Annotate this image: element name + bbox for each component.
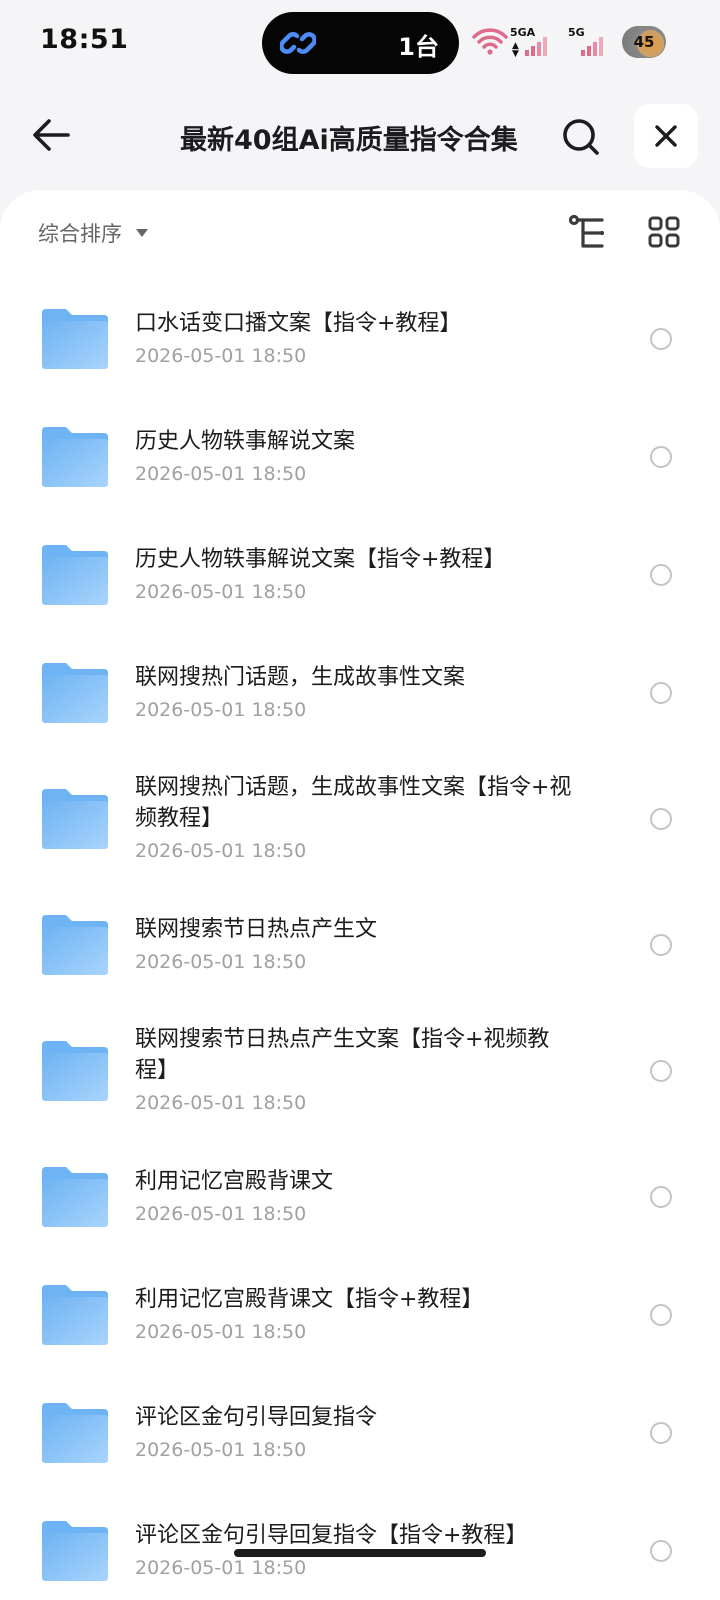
select-radio[interactable] bbox=[650, 328, 672, 350]
folder-text: 历史人物轶事解说文案 2026-05-01 18:50 bbox=[135, 426, 575, 489]
folder-row[interactable]: 评论区金句引导回复指令【指令+教程】 2026-05-01 18:50 bbox=[0, 1492, 720, 1600]
tree-view-icon[interactable] bbox=[568, 214, 608, 254]
folder-name: 历史人物轶事解说文案【指令+教程】 bbox=[135, 546, 506, 572]
folder-icon bbox=[42, 1521, 108, 1581]
folder-row[interactable]: 联网搜热门话题，生成故事性文案 2026-05-01 18:50 bbox=[0, 634, 720, 752]
grid-view-icon[interactable] bbox=[648, 216, 680, 248]
status-time: 18:51 bbox=[40, 24, 129, 55]
folder-date: 2026-05-01 18:50 bbox=[135, 840, 307, 862]
battery-icon: 45 bbox=[622, 26, 666, 58]
folder-text: 利用记忆宫殿背课文 2026-05-01 18:50 bbox=[135, 1166, 575, 1229]
island-device-count: 1台 bbox=[398, 33, 439, 61]
sort-label: 综合排序 bbox=[38, 222, 122, 246]
select-radio[interactable] bbox=[650, 1060, 672, 1082]
status-bar: 18:51 1台 5GA ▲ ▼ 5G 45 bbox=[0, 0, 720, 86]
folder-text: 评论区金句引导回复指令 2026-05-01 18:50 bbox=[135, 1402, 575, 1465]
page-title: 最新40组Ai高质量指令合集 bbox=[180, 125, 518, 156]
folder-icon bbox=[42, 1403, 108, 1463]
folder-icon bbox=[42, 915, 108, 975]
close-icon bbox=[655, 125, 677, 147]
folder-text: 联网搜索节日热点产生文案【指令+视频教程】 2026-05-01 18:50 bbox=[135, 1024, 575, 1118]
folder-row[interactable]: 利用记忆宫殿背课文【指令+教程】 2026-05-01 18:50 bbox=[0, 1256, 720, 1374]
folder-date: 2026-05-01 18:50 bbox=[135, 1556, 307, 1579]
select-radio[interactable] bbox=[650, 564, 672, 586]
folder-name: 历史人物轶事解说文案 bbox=[135, 428, 356, 454]
folder-date: 2026-05-01 18:50 bbox=[135, 1202, 307, 1225]
dynamic-island[interactable]: 1台 bbox=[262, 12, 459, 74]
folder-name: 评论区金句引导回复指令【指令+教程】 bbox=[135, 1522, 528, 1548]
folder-text: 历史人物轶事解说文案【指令+教程】 2026-05-01 18:50 bbox=[135, 544, 575, 607]
folder-row[interactable]: 利用记忆宫殿背课文 2026-05-01 18:50 bbox=[0, 1138, 720, 1256]
folder-icon bbox=[42, 789, 108, 849]
folder-row[interactable]: 历史人物轶事解说文案 2026-05-01 18:50 bbox=[0, 398, 720, 516]
caret-down-icon bbox=[136, 229, 148, 237]
folder-date: 2026-05-01 18:50 bbox=[135, 1092, 307, 1114]
select-radio[interactable] bbox=[650, 1186, 672, 1208]
folder-icon bbox=[42, 1041, 108, 1101]
folder-date: 2026-05-01 18:50 bbox=[135, 580, 307, 603]
folder-name: 联网搜索节日热点产生文 bbox=[135, 916, 378, 942]
folder-text: 联网搜热门话题，生成故事性文案【指令+视频教程】 2026-05-01 18:50 bbox=[135, 772, 575, 866]
folder-date: 2026-05-01 18:50 bbox=[135, 1320, 307, 1343]
select-radio[interactable] bbox=[650, 682, 672, 704]
select-radio[interactable] bbox=[650, 934, 672, 956]
status-indicators: 5GA ▲ ▼ 5G 45 bbox=[472, 26, 692, 62]
folder-date: 2026-05-01 18:50 bbox=[135, 1438, 307, 1461]
folder-icon bbox=[42, 663, 108, 723]
nav-bar: 最新40组Ai高质量指令合集 bbox=[0, 90, 720, 186]
search-button[interactable] bbox=[556, 112, 606, 162]
folder-row[interactable]: 评论区金句引导回复指令 2026-05-01 18:50 bbox=[0, 1374, 720, 1492]
content-card: 综合排序 口水话变口播文案【指令+教程】 2026-05-01 18:50 历史人物… bbox=[0, 190, 720, 1600]
folder-icon bbox=[42, 1285, 108, 1345]
folder-name: 评论区金句引导回复指令 bbox=[135, 1404, 378, 1430]
link-icon bbox=[280, 32, 316, 54]
folder-icon bbox=[42, 309, 108, 369]
signal-icon bbox=[581, 37, 603, 56]
folder-name: 联网搜索节日热点产生文案【指令+视频教程】 bbox=[135, 1027, 550, 1083]
select-radio[interactable] bbox=[650, 1304, 672, 1326]
folder-name: 利用记忆宫殿背课文【指令+教程】 bbox=[135, 1286, 484, 1312]
folder-text: 联网搜索节日热点产生文 2026-05-01 18:50 bbox=[135, 914, 575, 977]
folder-date: 2026-05-01 18:50 bbox=[135, 698, 307, 721]
home-indicator[interactable] bbox=[234, 1549, 486, 1557]
search-icon bbox=[563, 119, 599, 155]
sort-dropdown[interactable]: 综合排序 bbox=[38, 218, 148, 248]
select-radio[interactable] bbox=[650, 1422, 672, 1444]
folder-name: 口水话变口播文案【指令+教程】 bbox=[135, 310, 462, 336]
folder-row[interactable]: 联网搜热门话题，生成故事性文案【指令+视频教程】 2026-05-01 18:50 bbox=[0, 752, 720, 886]
sort-bar: 综合排序 bbox=[0, 190, 720, 280]
folder-date: 2026-05-01 18:50 bbox=[135, 462, 307, 485]
signal-icon bbox=[525, 37, 547, 56]
back-button[interactable] bbox=[26, 110, 76, 160]
folder-text: 联网搜热门话题，生成故事性文案 2026-05-01 18:50 bbox=[135, 662, 575, 725]
select-radio[interactable] bbox=[650, 808, 672, 830]
folder-row[interactable]: 联网搜索节日热点产生文 2026-05-01 18:50 bbox=[0, 886, 720, 1004]
file-list: 口水话变口播文案【指令+教程】 2026-05-01 18:50 历史人物轶事解说文… bbox=[0, 280, 720, 1600]
folder-row[interactable]: 联网搜索节日热点产生文案【指令+视频教程】 2026-05-01 18:50 bbox=[0, 1004, 720, 1138]
folder-row[interactable]: 历史人物轶事解说文案【指令+教程】 2026-05-01 18:50 bbox=[0, 516, 720, 634]
folder-icon bbox=[42, 545, 108, 605]
folder-name: 联网搜热门话题，生成故事性文案【指令+视频教程】 bbox=[135, 775, 572, 831]
wifi-icon bbox=[472, 28, 508, 55]
folder-row[interactable]: 口水话变口播文案【指令+教程】 2026-05-01 18:50 bbox=[0, 280, 720, 398]
close-button[interactable] bbox=[634, 104, 698, 168]
folder-text: 口水话变口播文案【指令+教程】 2026-05-01 18:50 bbox=[135, 308, 575, 371]
folder-name: 联网搜热门话题，生成故事性文案 bbox=[135, 664, 466, 690]
folder-text: 利用记忆宫殿背课文【指令+教程】 2026-05-01 18:50 bbox=[135, 1284, 575, 1347]
folder-name: 利用记忆宫殿背课文 bbox=[135, 1168, 334, 1194]
select-radio[interactable] bbox=[650, 446, 672, 468]
folder-date: 2026-05-01 18:50 bbox=[135, 950, 307, 973]
folder-icon bbox=[42, 1167, 108, 1227]
data-arrows-icon: ▲ ▼ bbox=[512, 41, 519, 59]
folder-icon bbox=[42, 427, 108, 487]
arrow-left-icon bbox=[33, 119, 70, 151]
folder-date: 2026-05-01 18:50 bbox=[135, 344, 307, 367]
select-radio[interactable] bbox=[650, 1540, 672, 1562]
